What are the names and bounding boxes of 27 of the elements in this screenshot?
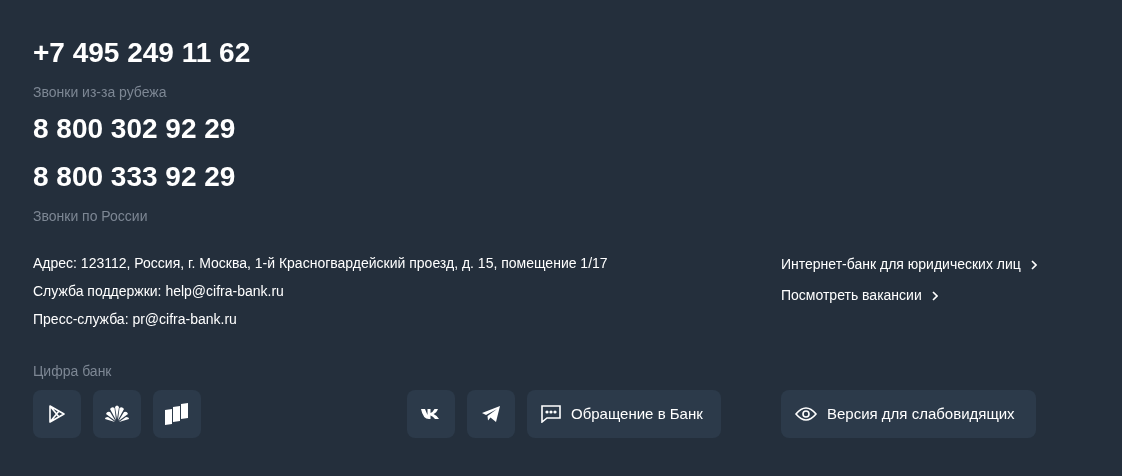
- chat-icon: [541, 405, 561, 423]
- petals-icon: [104, 404, 130, 424]
- play-store-icon: [48, 404, 66, 424]
- contact-line: Служба поддержки: help@cifra-bank.ru: [33, 282, 285, 301]
- contact-line: Адрес: 123112, Россия, г. Москва, 1-й Красногвардейский проезд, д. 15, помещение 1/17: [33, 254, 609, 273]
- app-store-button[interactable]: [33, 390, 81, 438]
- phone-number[interactable]: 8 800 302 92 29: [33, 112, 1122, 146]
- phone-caption: Звонки по России: [33, 207, 149, 224]
- social-button[interactable]: [407, 390, 455, 438]
- apps-caption: Цифра банк: [33, 362, 113, 379]
- contact-line: Пресс-служба: pr@cifra-bank.ru: [33, 310, 238, 329]
- social-button[interactable]: [467, 390, 515, 438]
- paper-plane-icon: [481, 405, 501, 423]
- appeal-button[interactable]: Обращение в Банк: [527, 390, 721, 438]
- accessibility-button[interactable]: Версия для слабовидящих: [781, 390, 1036, 438]
- app-store-button[interactable]: [93, 390, 141, 438]
- footer-link[interactable]: Интернет-банк для юридических лиц: [781, 255, 1037, 274]
- phone-number[interactable]: 8 800 333 92 29: [33, 160, 1122, 194]
- chevron-icon: [1030, 259, 1037, 270]
- chevron-icon: [931, 290, 938, 301]
- eye-icon: [795, 407, 817, 421]
- cards-icon: [164, 402, 190, 426]
- phone-caption: Звонки из-за рубежа: [33, 83, 168, 100]
- app-store-button[interactable]: [153, 390, 201, 438]
- vk-icon: [421, 408, 441, 420]
- footer-link[interactable]: Посмотреть вакансии: [781, 286, 938, 305]
- phone-number[interactable]: +7 495 249 11 62: [33, 36, 1122, 70]
